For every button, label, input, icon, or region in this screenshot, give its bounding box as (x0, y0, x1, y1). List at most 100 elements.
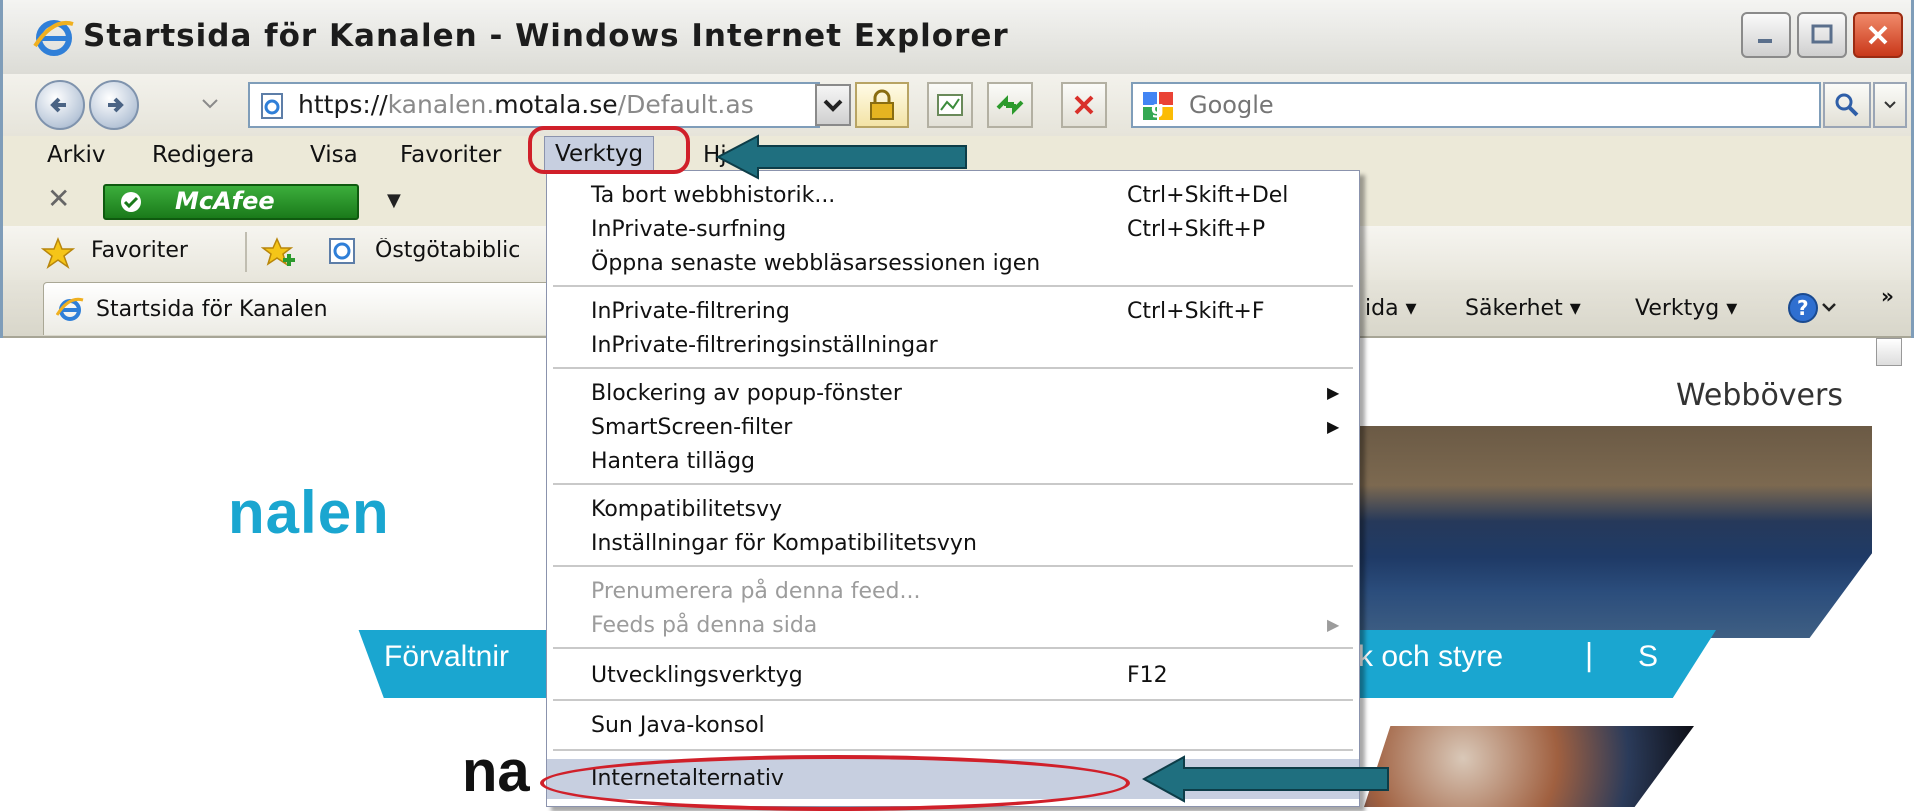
close-window-button[interactable] (1853, 12, 1903, 58)
internet-explorer-icon (33, 20, 74, 56)
menu-item-sun-java-konsol[interactable]: Sun Java-konsol (547, 709, 1359, 743)
menu-separator (553, 565, 1353, 567)
safety-menu-button[interactable]: Säkerhet ▾ (1465, 296, 1581, 321)
menu-redigera[interactable]: Redigera (146, 140, 260, 170)
annotation-ellipse (528, 126, 690, 174)
menu-item-kompatibilitetsvy-installningar[interactable]: Inställningar för Kompatibilitetsvyn (547, 527, 1359, 561)
stop-icon (1074, 95, 1094, 115)
menu-item-label: InPrivate-filtrering (591, 299, 790, 324)
menu-item-blockering-popup[interactable]: Blockering av popup-fönster ▶ (547, 377, 1359, 411)
submenu-arrow-icon: ▶ (1327, 383, 1340, 402)
menu-item-ta-bort-webbhistorik[interactable]: Ta bort webbhistorik... Ctrl+Skift+Del (547, 179, 1359, 213)
search-options-button[interactable] (1873, 82, 1907, 128)
chevron-down-icon (1884, 101, 1896, 109)
back-arrow-icon (50, 97, 66, 113)
menu-item-label: Sun Java-konsol (591, 713, 765, 738)
minimize-button[interactable] (1741, 12, 1791, 58)
nav-item-s[interactable]: S (1638, 640, 1658, 674)
maximize-icon (1811, 24, 1833, 44)
menu-item-label: Hantera tillägg (591, 449, 756, 474)
more-commands-button[interactable]: » (1881, 284, 1894, 308)
menu-item-label: Prenumerera på denna feed... (591, 579, 921, 604)
favorite-link[interactable]: Östgötabiblic (375, 238, 545, 263)
menu-item-inprivate-filtreringsinstallningar[interactable]: InPrivate-filtreringsinställningar (547, 329, 1359, 363)
menu-item-label: Feeds på denna sida (591, 613, 818, 638)
page-icon (261, 93, 283, 119)
menu-item-prenumerera-feed: Prenumerera på denna feed... (547, 575, 1359, 609)
menu-item-label: SmartScreen-filter (591, 415, 793, 440)
menu-item-smartscreen-filter[interactable]: SmartScreen-filter ▶ (547, 411, 1359, 445)
close-icon (1868, 25, 1888, 45)
menu-separator (553, 285, 1353, 287)
menu-item-feeds-pa-sida: Feeds på denna sida ▶ (547, 609, 1359, 643)
lock-icon (870, 89, 894, 120)
mcafee-button[interactable]: McAfee (103, 184, 359, 220)
menu-separator (553, 749, 1353, 751)
menu-favoriter[interactable]: Favoriter (394, 140, 507, 170)
tab-label: Startsida för Kanalen (96, 297, 328, 322)
menu-separator (553, 367, 1353, 369)
menu-separator (553, 699, 1353, 701)
scroll-up-button[interactable] (1876, 338, 1902, 366)
help-icon[interactable]: ? (1785, 290, 1839, 326)
svg-text:g: g (1151, 98, 1164, 119)
menu-item-label: Ta bort webbhistorik... (591, 183, 836, 208)
menu-item-inprivate-filtrering[interactable]: InPrivate-filtrering Ctrl+Skift+F (547, 295, 1359, 329)
close-toolbar-icon[interactable]: ✕ (47, 182, 70, 215)
menu-item-hantera-tillagg[interactable]: Hantera tillägg (547, 445, 1359, 479)
tools-menu-button[interactable]: Verktyg ▾ (1635, 296, 1737, 321)
nav-item-politik[interactable]: k och styre (1358, 640, 1503, 674)
security-lock-button[interactable] (855, 82, 909, 128)
favorites-button-label[interactable]: Favoriter (91, 238, 188, 263)
menu-visa[interactable]: Visa (304, 140, 364, 170)
chevron-down-icon[interactable]: ▼ (387, 190, 401, 211)
menu-item-inprivate-surfning[interactable]: InPrivate-surfning Ctrl+Skift+P (547, 213, 1359, 247)
checkmark-icon (121, 192, 141, 212)
magnifier-icon (1835, 93, 1859, 117)
menu-item-shortcut: Ctrl+Skift+Del (1127, 183, 1289, 208)
google-icon: g (1143, 92, 1173, 120)
annotation-ellipse (540, 755, 1130, 811)
menu-item-label: InPrivate-filtreringsinställningar (591, 333, 938, 358)
page-menu-button[interactable]: ida ▾ (1365, 296, 1417, 321)
menu-separator (553, 647, 1353, 649)
nav-item-forvaltning[interactable]: Förvaltnir (384, 640, 509, 674)
menu-item-kompatibilitetsvy[interactable]: Kompatibilitetsvy (547, 493, 1359, 527)
maximize-button[interactable] (1797, 12, 1847, 58)
refresh-button[interactable] (987, 82, 1033, 128)
search-button[interactable] (1823, 82, 1871, 128)
history-dropdown-icon[interactable] (199, 92, 221, 114)
stop-button[interactable] (1061, 82, 1107, 128)
menu-item-utvecklingsverktyg[interactable]: Utvecklingsverktyg F12 (547, 659, 1359, 693)
search-field[interactable]: g (1131, 82, 1821, 128)
menu-item-label: Kompatibilitetsvy (591, 497, 782, 522)
menu-item-label: Utvecklingsverktyg (591, 663, 803, 688)
menu-arkiv[interactable]: Arkiv (41, 140, 112, 170)
menu-item-label: Blockering av popup-fönster (591, 381, 902, 406)
menu-separator (553, 483, 1353, 485)
compatibility-view-icon (937, 94, 963, 116)
forward-button[interactable] (89, 80, 139, 130)
compatibility-view-button[interactable] (927, 82, 973, 128)
address-field[interactable]: https://kanalen.motala.se/Default.as (248, 82, 820, 128)
forward-arrow-icon (108, 97, 124, 113)
tab-startsida[interactable]: Startsida för Kanalen (43, 282, 565, 335)
address-url: https://kanalen.motala.se/Default.as (298, 90, 754, 119)
address-dropdown-button[interactable] (815, 84, 851, 126)
title-bar: Startsida för Kanalen - Windows Internet… (3, 0, 1911, 75)
minimize-icon (1758, 39, 1772, 43)
menu-item-shortcut: Ctrl+Skift+P (1127, 217, 1266, 242)
favorites-star-icon[interactable] (41, 236, 75, 270)
back-button[interactable] (35, 80, 85, 130)
submenu-arrow-icon: ▶ (1327, 615, 1340, 634)
chevron-down-icon (823, 99, 843, 112)
menu-item-oppna-senaste-session[interactable]: Öppna senaste webbläsarsessionen igen (547, 247, 1359, 281)
tools-dropdown-menu: Ta bort webbhistorik... Ctrl+Skift+Del I… (546, 170, 1360, 807)
menu-item-shortcut: Ctrl+Skift+F (1127, 299, 1265, 324)
submenu-arrow-icon: ▶ (1327, 417, 1340, 436)
add-to-favorites-icon[interactable] (261, 236, 297, 270)
annotation-arrow-icon (1142, 755, 1389, 803)
internet-explorer-icon (56, 297, 84, 321)
search-input[interactable] (1187, 90, 1791, 120)
web-translation-link[interactable]: Webbövers (1676, 378, 1866, 413)
